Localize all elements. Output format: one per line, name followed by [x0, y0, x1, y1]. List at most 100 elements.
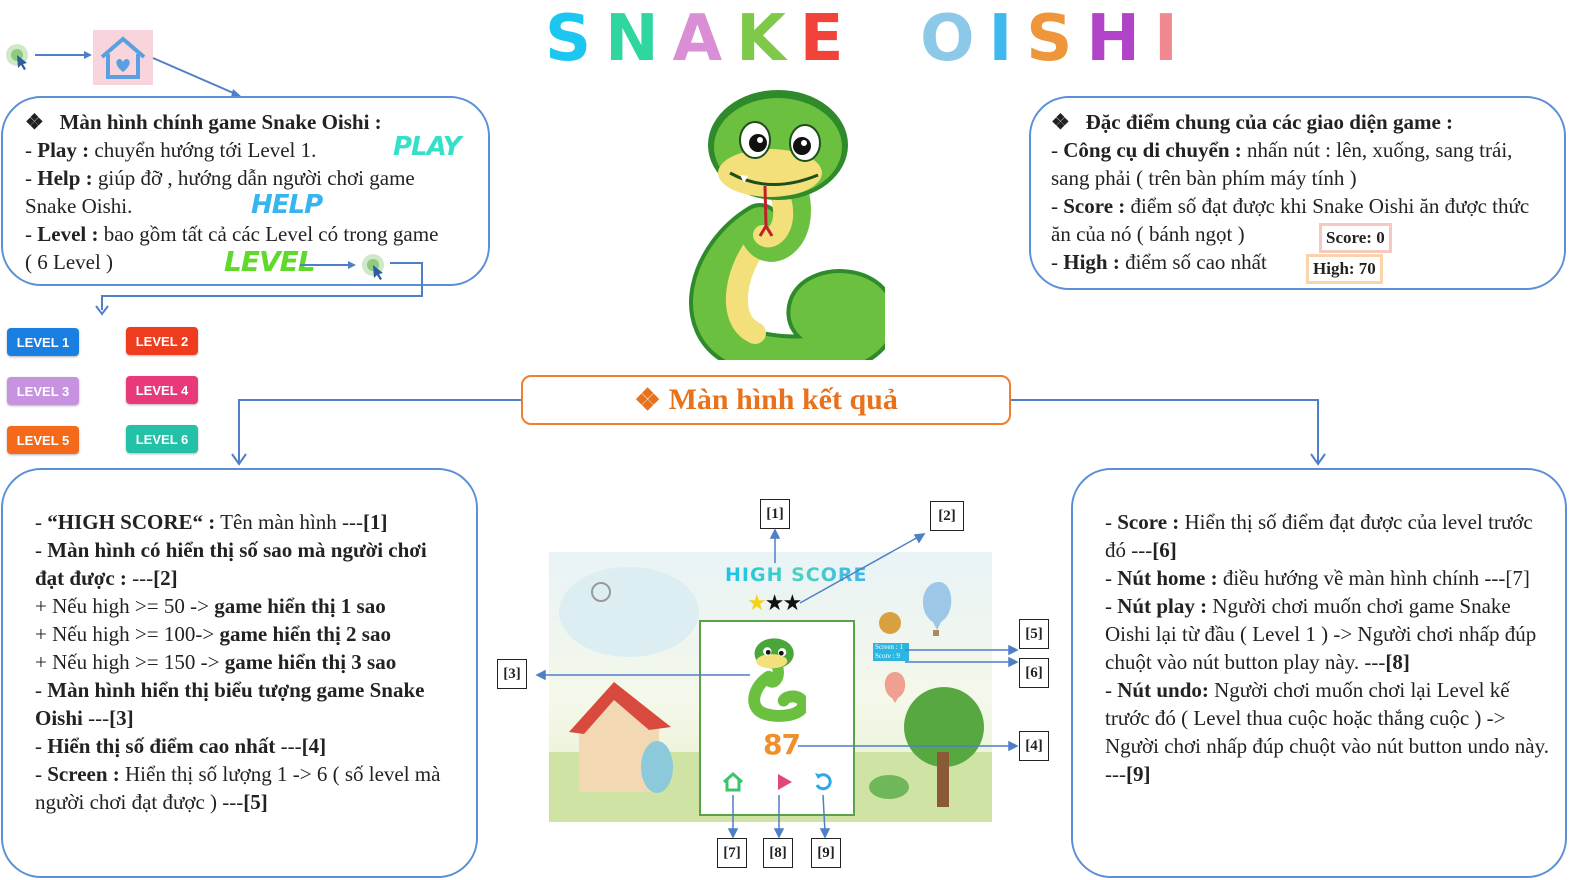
- level-3-button[interactable]: LEVEL 3: [7, 377, 79, 405]
- level-4-button[interactable]: LEVEL 4: [126, 376, 198, 404]
- ref-5: [5]: [243, 790, 268, 814]
- common-heading: Đặc điểm chung của các giao diện game :: [1085, 110, 1454, 134]
- high-score-desc: Tên màn hình ---: [215, 510, 364, 534]
- title-letter: I: [1153, 2, 1182, 76]
- cursor-icon: [6, 44, 28, 70]
- level-1-button[interactable]: LEVEL 1: [7, 328, 79, 356]
- star-icon-dark: ★: [764, 590, 785, 615]
- rule-1-result: game hiển thị 1 sao: [214, 594, 386, 618]
- title-letter: [858, 2, 911, 76]
- level-5-button[interactable]: LEVEL 5: [7, 426, 79, 454]
- score-btn-key: Score :: [1117, 510, 1180, 534]
- home-flow-arrows: [6, 30, 242, 97]
- icon-sep: ---: [82, 706, 110, 730]
- play-key: Play :: [37, 138, 90, 162]
- rule-2-result: game hiển thị 2 sao: [219, 622, 391, 646]
- callout-4: [4]: [1019, 731, 1049, 761]
- title-letter: N: [605, 2, 663, 76]
- star-icon-dark: ★: [782, 590, 802, 615]
- home-btn-desc: điều hướng về màn hình chính ---[7]: [1217, 566, 1530, 590]
- owl-icon: [879, 612, 901, 634]
- stars-sep: ---: [126, 566, 154, 590]
- title-letter: A: [672, 2, 727, 76]
- rule-3-result: game hiển thị 3 sao: [224, 650, 397, 674]
- play-tag: PLAY: [393, 132, 462, 162]
- highscore-display-desc: Hiển thị số điểm cao nhất: [47, 734, 276, 758]
- callout-3: [3]: [497, 659, 527, 689]
- callout-1: [1]: [760, 499, 790, 529]
- screen-score-badge: Screen : 1 Score : 9: [873, 643, 909, 661]
- result-branch-arrows: [231, 399, 1326, 466]
- high-score-key: “HIGH SCORE“ :: [47, 510, 216, 534]
- home-btn-key: Nút home :: [1117, 566, 1218, 590]
- ref-6: [6]: [1152, 538, 1177, 562]
- ref-8: [8]: [1385, 650, 1410, 674]
- screen-label: Screen : 1: [875, 643, 903, 651]
- high-score-screenshot: HIGH SCORE ★★★ 87 Screen : 1 Score : 9: [549, 552, 992, 822]
- play-button[interactable]: [773, 771, 795, 793]
- score-value: 87: [763, 728, 801, 761]
- score-chip: Score: 0: [1319, 223, 1392, 253]
- undo-icon: [815, 773, 832, 791]
- star-rating: ★★★: [747, 590, 802, 615]
- callout-5: [5]: [1019, 619, 1049, 649]
- ref-1: [1]: [363, 510, 388, 534]
- ref-4: [4]: [301, 734, 327, 758]
- level-flow-arrow: [95, 254, 423, 316]
- callout-8: [8]: [763, 838, 793, 868]
- high-score-title: HIGH SCORE: [725, 564, 867, 586]
- title-letter: K: [736, 2, 790, 76]
- title-letter: I: [988, 2, 1017, 76]
- screen-key: Screen :: [47, 762, 120, 786]
- rule-3-cond: + Nếu high >= 150 ->: [35, 650, 225, 674]
- title-letter: S: [1026, 2, 1077, 76]
- ref-9: [9]: [1125, 762, 1151, 786]
- rule-2-cond: + Nếu high >= 100->: [35, 622, 220, 646]
- level-2-button[interactable]: LEVEL 2: [126, 327, 198, 355]
- stars-desc: Màn hình có hiển thị số sao mà người chơ…: [35, 538, 427, 590]
- callout-2: [2]: [930, 501, 964, 531]
- result-left-desc-box: - “HIGH SCORE“ : Tên màn hình ---[1] - M…: [1, 468, 478, 878]
- snake-mascot: [689, 90, 885, 360]
- bullet-icon: ❖: [25, 110, 44, 134]
- cursor-icon: [362, 254, 384, 280]
- snake-icon: [748, 638, 806, 722]
- title-letter: E: [799, 2, 848, 76]
- play-desc: chuyển hướng tới Level 1.: [89, 138, 317, 162]
- help-tag: HELP: [251, 190, 323, 220]
- undo-button[interactable]: [812, 771, 834, 793]
- balloon-icon: [922, 582, 952, 630]
- play-btn-key: Nút play :: [1117, 594, 1208, 618]
- highscore-sep: ---: [275, 734, 302, 758]
- play-icon: [778, 774, 792, 790]
- ref-3: [3]: [109, 706, 134, 730]
- star-icon-filled: ★: [747, 590, 767, 615]
- result-right-desc-box: - Score : Hiển thị số điểm đạt được của …: [1071, 468, 1567, 878]
- main-screen-heading: Màn hình chính game Snake Oishi :: [59, 110, 382, 134]
- score-key: Score :: [1063, 194, 1126, 218]
- home-icon: [723, 771, 743, 792]
- level-key: Level :: [37, 222, 99, 246]
- move-key: Công cụ di chuyển :: [1063, 138, 1242, 162]
- home-button[interactable]: [722, 771, 744, 793]
- rule-1-cond: + Nếu high >= 50 ->: [35, 594, 215, 618]
- level-6-button[interactable]: LEVEL 6: [126, 425, 198, 453]
- common-features-box: ❖ Đặc điểm chung của các giao diện game …: [1029, 96, 1566, 290]
- callout-6: [6]: [1019, 658, 1049, 688]
- callout-7: [7]: [717, 838, 747, 868]
- high-score-title-text: HIGH SCORE: [725, 564, 868, 586]
- high-desc: điểm số cao nhất: [1119, 250, 1267, 274]
- score-label: Score : 9: [875, 652, 900, 660]
- high-chip: High: 70: [1306, 254, 1383, 284]
- undo-btn-key: Nút undo:: [1117, 678, 1209, 702]
- callout-9: [9]: [811, 838, 841, 868]
- title-letter: H: [1086, 2, 1144, 76]
- title-letter: S: [545, 2, 596, 76]
- app-title: SNAKE OISHI: [545, 2, 1178, 76]
- help-key: Help :: [37, 166, 93, 190]
- high-key: High :: [1063, 250, 1120, 274]
- bullet-icon: ❖: [1051, 110, 1070, 134]
- balloon-small-icon: [884, 672, 906, 703]
- title-letter: O: [920, 2, 979, 76]
- ref-2: [2]: [153, 566, 178, 590]
